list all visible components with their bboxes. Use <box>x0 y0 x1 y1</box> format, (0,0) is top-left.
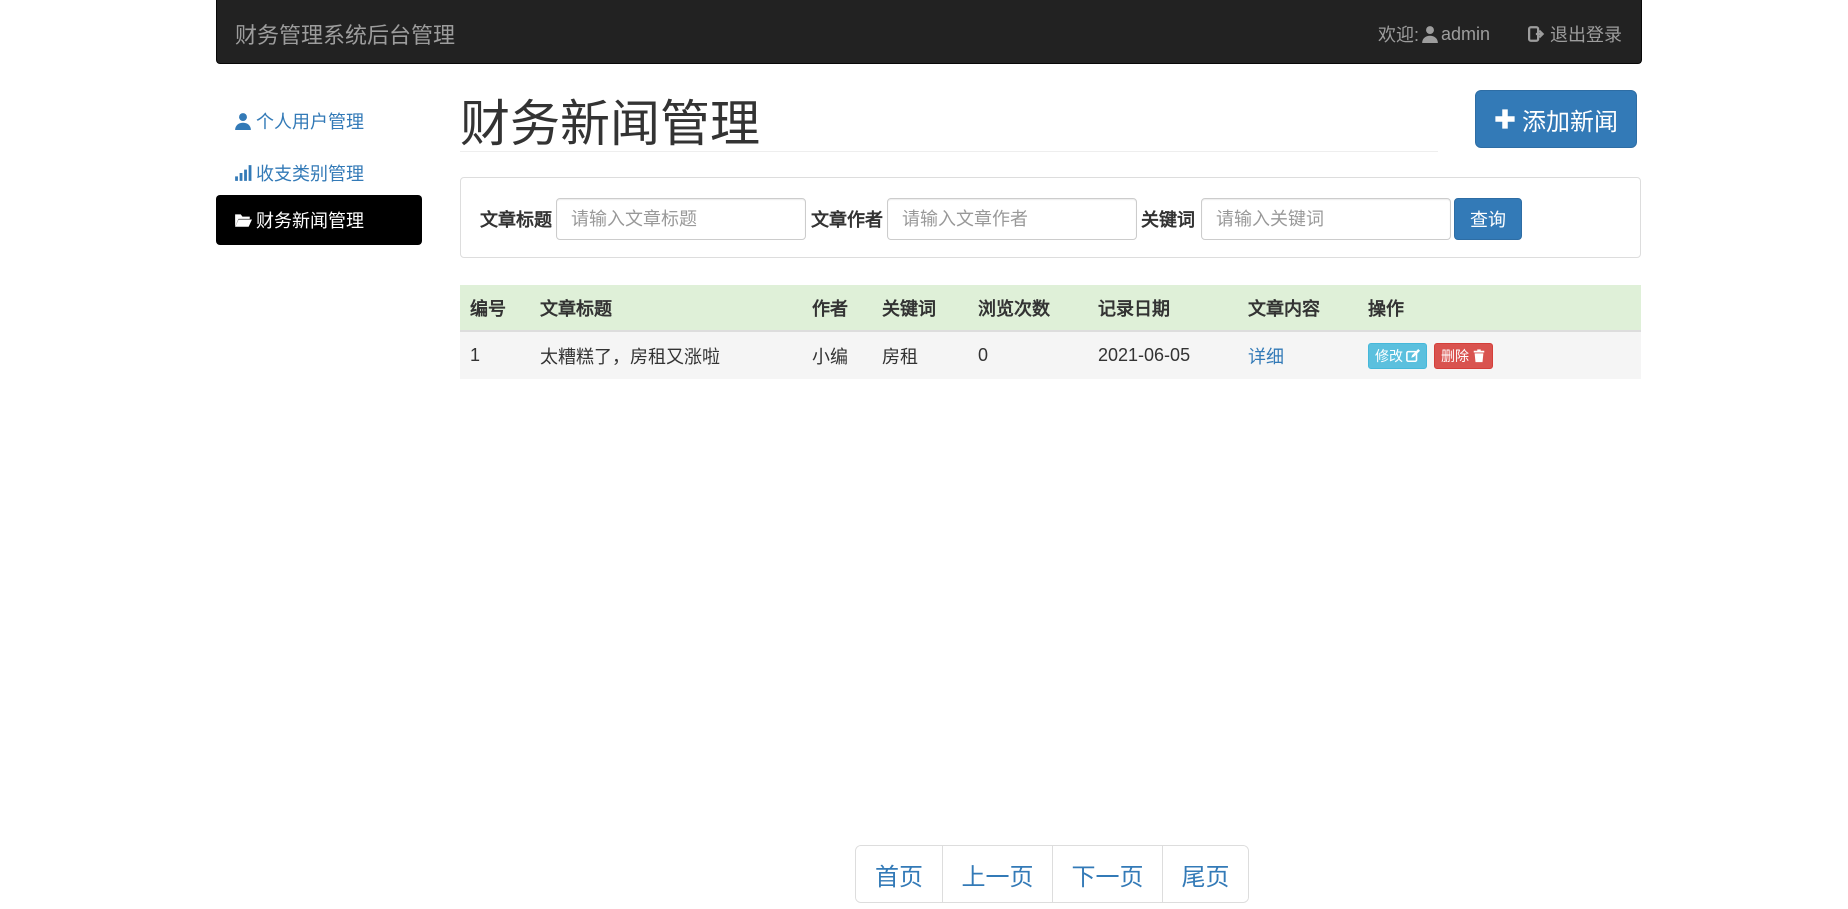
search-panel: 文章标题 文章作者 关键词 查询 <box>460 177 1641 258</box>
edit-label: 修改 <box>1375 347 1403 364</box>
add-news-button[interactable]: 添加新闻 <box>1475 90 1637 148</box>
user-icon <box>235 113 251 130</box>
cell-date: 2021-06-05 <box>1088 331 1238 379</box>
top-navbar: 财务管理系统后台管理 欢迎: admin 退出登录 <box>216 0 1642 64</box>
edit-button[interactable]: 修改 <box>1368 342 1427 369</box>
column-header-id: 编号 <box>460 285 530 332</box>
cell-author: 小编 <box>802 331 872 379</box>
brand-title[interactable]: 财务管理系统后台管理 <box>235 18 455 50</box>
username: admin <box>1441 23 1491 44</box>
folder-open-icon <box>235 214 252 227</box>
first-page-button[interactable]: 首页 <box>856 846 942 902</box>
add-news-label: 添加新闻 <box>1522 108 1618 136</box>
column-header-actions: 操作 <box>1358 285 1641 332</box>
cell-actions: 修改 删除 <box>1358 331 1641 379</box>
keyword-search-input[interactable] <box>1201 198 1451 240</box>
edit-icon <box>1406 348 1420 362</box>
user-icon <box>1422 26 1438 43</box>
trash-icon <box>1473 348 1485 362</box>
sidebar-item-label: 个人用户管理 <box>256 112 364 132</box>
signal-icon <box>235 165 252 181</box>
cell-id: 1 <box>460 331 530 379</box>
column-header-content: 文章内容 <box>1238 285 1358 332</box>
next-page-button[interactable]: 下一页 <box>1052 846 1162 902</box>
title-divider <box>460 151 1438 152</box>
news-table: 编号 文章标题 作者 关键词 浏览次数 记录日期 文章内容 操作 1 太糟糕了，… <box>460 285 1641 379</box>
query-button[interactable]: 查询 <box>1454 198 1522 240</box>
plus-icon <box>1495 109 1515 129</box>
pagination: 首页 上一页 下一页 尾页 <box>855 845 1249 903</box>
cell-keyword: 房租 <box>872 331 968 379</box>
logout-button[interactable]: 退出登录 <box>1528 21 1622 47</box>
sidebar-item-label: 财务新闻管理 <box>256 211 364 231</box>
column-header-title: 文章标题 <box>530 285 802 332</box>
cell-title: 太糟糕了，房租又涨啦 <box>530 331 802 379</box>
column-header-views: 浏览次数 <box>968 285 1088 332</box>
title-filter-label: 文章标题 <box>480 210 552 230</box>
table-header-row: 编号 文章标题 作者 关键词 浏览次数 记录日期 文章内容 操作 <box>460 285 1641 332</box>
content-detail-link[interactable]: 详细 <box>1248 347 1284 367</box>
sidebar-item-user-management[interactable]: 个人用户管理 <box>216 96 422 146</box>
author-filter-label: 文章作者 <box>811 210 883 230</box>
sidebar-item-category-management[interactable]: 收支类别管理 <box>216 148 422 198</box>
sidebar-item-news-management[interactable]: 财务新闻管理 <box>216 195 422 245</box>
delete-label: 删除 <box>1441 347 1470 364</box>
cell-views: 0 <box>968 331 1088 379</box>
prev-page-button[interactable]: 上一页 <box>942 846 1052 902</box>
author-search-input[interactable] <box>887 198 1137 240</box>
table-row: 1 太糟糕了，房租又涨啦 小编 房租 0 2021-06-05 详细 修改 删除 <box>460 331 1641 379</box>
welcome-label: 欢迎: <box>1378 25 1420 45</box>
column-header-keyword: 关键词 <box>872 285 968 332</box>
column-header-author: 作者 <box>802 285 872 332</box>
welcome-user: 欢迎: admin <box>1378 21 1490 47</box>
page-title: 财务新闻管理 <box>460 96 760 152</box>
last-page-button[interactable]: 尾页 <box>1162 846 1248 902</box>
cell-content: 详细 <box>1238 331 1358 379</box>
column-header-date: 记录日期 <box>1088 285 1238 332</box>
delete-button[interactable]: 删除 <box>1434 342 1494 369</box>
title-search-input[interactable] <box>556 198 806 240</box>
logout-icon <box>1528 26 1545 42</box>
sidebar-item-label: 收支类别管理 <box>256 164 364 184</box>
keyword-filter-label: 关键词 <box>1141 210 1195 230</box>
logout-label: 退出登录 <box>1550 25 1622 45</box>
